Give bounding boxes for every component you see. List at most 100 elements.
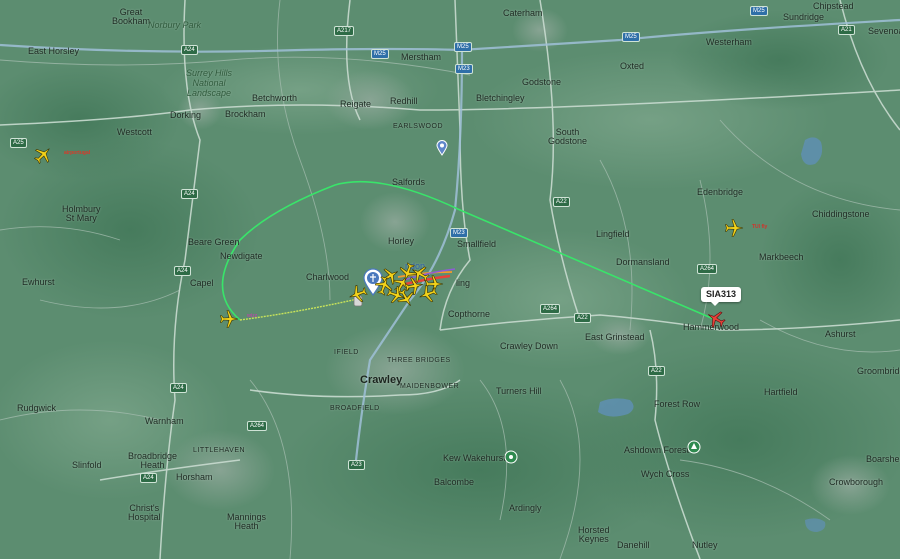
aircraft-icon[interactable]	[418, 284, 438, 304]
place-crawley-down: Crawley Down	[500, 341, 559, 351]
aircraft-icon[interactable]	[219, 309, 239, 329]
road-a22: A22	[648, 366, 665, 376]
place-merstham: Merstham	[401, 52, 442, 62]
aircraft-icon[interactable]	[396, 288, 416, 308]
place-crawley: Crawley	[360, 374, 403, 386]
place-hartfield: Hartfield	[764, 387, 798, 397]
place-sevenoaks: Sevenoaks	[868, 26, 900, 36]
place-crowborough: Crowborough	[829, 477, 884, 487]
sia313-track	[221, 180, 717, 321]
place-westcott: Westcott	[117, 127, 152, 137]
road-a217: A217	[334, 26, 355, 36]
aircraft-icon[interactable]	[348, 284, 368, 304]
place-littlehaven: LITTLEHAVEN	[193, 447, 246, 454]
place-three-bridges: THREE BRIDGES	[387, 357, 451, 364]
place-ashurst: Ashurst	[825, 329, 856, 339]
road-a264: A264	[247, 421, 268, 431]
road-a24: A24	[174, 266, 191, 276]
road-a24: A24	[181, 189, 198, 199]
road-a24: A24	[140, 473, 157, 483]
place-charlwood: Charlwood	[306, 272, 350, 282]
place-horsted-keynes: Horsted Keynes	[578, 525, 610, 544]
place-markbeech: Markbeech	[759, 252, 804, 262]
road-a22: A22	[574, 313, 591, 323]
place-dormansland: Dormansland	[616, 257, 670, 267]
place-brockham: Brockham	[225, 109, 266, 119]
place-horley: Horley	[388, 236, 415, 246]
flight-callout-sia313[interactable]: SIA313	[701, 287, 742, 306]
road-a24: A24	[170, 383, 187, 393]
road-a264: A264	[697, 264, 718, 274]
place-south-godstone: South Godstone	[548, 127, 588, 146]
road-m25: M25	[454, 42, 472, 52]
place-ardingly: Ardingly	[509, 503, 542, 513]
place-westerham: Westerham	[706, 37, 752, 47]
aircraft-icon[interactable]	[33, 145, 53, 165]
place-forest-row: Forest Row	[654, 399, 701, 409]
place-norbury-park: Norbury Park	[148, 20, 202, 30]
place-danehill: Danehill	[617, 540, 650, 550]
airline-logo-tap: airportugal	[64, 150, 91, 156]
place-dorking: Dorking	[170, 110, 202, 120]
place-horsham: Horsham	[176, 472, 213, 482]
place-sundridge: Sundridge	[783, 12, 825, 22]
place-warnham: Warnham	[145, 416, 184, 426]
place-east-horsley: East Horsley	[28, 46, 80, 56]
place-great-bookham: Great Bookham	[112, 7, 151, 26]
place-balcombe: Balcombe	[434, 477, 475, 487]
place-chipstead: Chipstead	[813, 1, 854, 11]
road-m25: M25	[622, 32, 640, 42]
place-ashdown-forest: Ashdown Forest	[624, 445, 690, 455]
road-m23: M23	[450, 228, 468, 238]
place-beare-green: Beare Green	[188, 237, 240, 247]
place-east-grinstead: East Grinstead	[585, 332, 645, 342]
place-broadfield: BROADFIELD	[330, 405, 380, 412]
flight-track-layer	[221, 180, 717, 321]
aircraft-icon[interactable]	[724, 218, 744, 238]
place-edenbridge: Edenbridge	[697, 187, 744, 197]
road-a264: A264	[540, 304, 561, 314]
place-groombridge: Groombridge	[857, 366, 900, 376]
road-a24: A24	[181, 45, 198, 55]
place-boarshead: Boarshead	[866, 454, 900, 464]
poi-location-pin[interactable]	[436, 140, 448, 156]
road-a23: A23	[348, 460, 365, 470]
place-earlswood: EARLSWOOD	[393, 123, 444, 130]
road-a21: A21	[838, 25, 855, 35]
road-a25: A25	[10, 138, 27, 148]
place-bletchingley: Bletchingley	[476, 93, 525, 103]
place-christs-hospital: Christ's Hospital	[128, 503, 161, 522]
place-reigate: Reigate	[340, 99, 372, 109]
place-smallfield: Smallfield	[457, 239, 497, 249]
aircraft-icon-selected[interactable]	[706, 309, 726, 329]
place-caterham: Caterham	[503, 8, 543, 18]
place-betchworth: Betchworth	[252, 93, 298, 103]
flight-map[interactable]: Great Bookham Norbury Park Caterham Chip…	[0, 0, 900, 559]
garden-poi-icon[interactable]	[504, 450, 518, 464]
place-nutley: Nutley	[692, 540, 718, 550]
place-ifield: IFIELD	[334, 349, 359, 356]
place-salfords: Salfords	[392, 177, 426, 187]
place-surrey-hills: Surrey Hills National Landscape	[186, 68, 233, 98]
place-holmbury-st-mary: Holmbury St Mary	[62, 204, 101, 223]
aircraft-icon[interactable]	[374, 276, 394, 296]
place-rudgwick: Rudgwick	[17, 403, 57, 413]
place-godstone: Godstone	[522, 77, 562, 87]
place-maidenbower: MAIDENBOWER	[400, 383, 460, 390]
place-slinfold: Slinfold	[72, 460, 102, 470]
place-wych-cross: Wych Cross	[641, 469, 690, 479]
road-a22: A22	[553, 197, 570, 207]
place-kew-wakehurst: Kew Wakehurst	[443, 453, 506, 463]
place-ewhurst: Ewhurst	[22, 277, 55, 287]
forest-poi-icon[interactable]	[687, 440, 701, 454]
road-m23: M23	[455, 64, 473, 74]
airline-logo-tui: TUI fly	[752, 224, 768, 230]
airline-logo-wizz: wizz	[247, 313, 258, 319]
place-lingfield: Lingfield	[596, 229, 630, 239]
place-copthorne: Copthorne	[448, 309, 491, 319]
place-broadbridge-heath: Broadbridge Heath	[128, 451, 178, 470]
place-oxted: Oxted	[620, 61, 645, 71]
place-mannings-heath: Mannings Heath	[227, 512, 267, 531]
place-newdigate: Newdigate	[220, 251, 263, 261]
road-m25: M25	[750, 6, 768, 16]
